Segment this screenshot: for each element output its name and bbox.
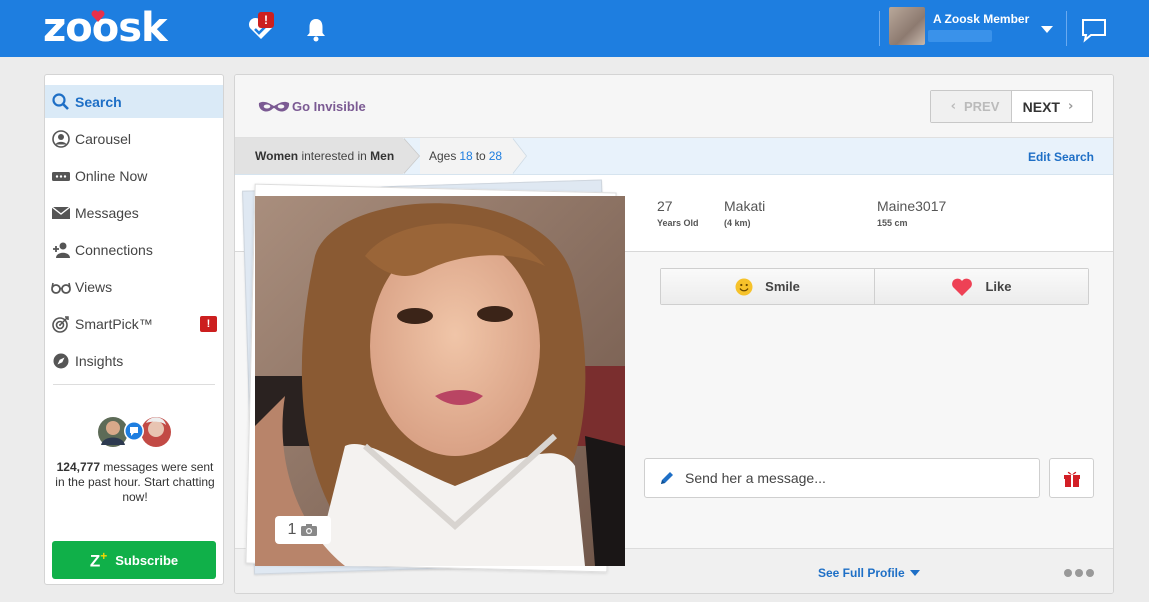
- avatar[interactable]: [889, 7, 925, 45]
- more-options-icon[interactable]: [1064, 569, 1097, 577]
- see-full-profile-label: See Full Profile: [818, 566, 905, 580]
- sidebar-item-label: Insights: [75, 352, 124, 369]
- subscribe-label: Subscribe: [115, 552, 179, 568]
- sidebar-item-insights[interactable]: Insights: [45, 344, 223, 377]
- like-label: Like: [985, 279, 1012, 294]
- breadcrumb-gender[interactable]: Women interested in Men: [235, 138, 403, 174]
- camera-icon: [301, 524, 318, 536]
- smile-label: Smile: [765, 279, 800, 294]
- profile-age: 27: [657, 198, 673, 214]
- breadcrumb-arrow: [403, 138, 419, 174]
- target-icon: [52, 315, 69, 333]
- header-divider: [1066, 11, 1067, 46]
- like-button[interactable]: Like: [874, 269, 1088, 304]
- next-button[interactable]: NEXT ›: [1012, 91, 1092, 122]
- sidebar-item-search[interactable]: Search: [45, 85, 223, 118]
- smile-button[interactable]: Smile: [661, 269, 874, 304]
- sidebar-item-label: Search: [75, 93, 122, 110]
- prev-label: PREV: [963, 99, 1000, 114]
- zoosk-logo[interactable]: zoosk: [43, 5, 168, 51]
- photo-count: 1: [287, 521, 297, 538]
- zoosk-plus-icon: Z+: [90, 549, 107, 572]
- search-icon: [52, 92, 69, 110]
- profile-username: Maine3017: [877, 198, 947, 214]
- sidebar-item-label: Carousel: [75, 130, 132, 147]
- online-now-icon: [52, 171, 70, 181]
- chatting-members-avatars: [98, 417, 171, 447]
- message-placeholder: Send her a message...: [685, 470, 826, 486]
- filter-ages-label: Ages: [429, 149, 457, 163]
- sidebar: Search Carousel Online Now Messages Conn…: [44, 74, 224, 585]
- filter-to: to: [475, 149, 486, 163]
- sidebar-item-label: SmartPick™: [75, 315, 153, 332]
- filter-gender: Women: [255, 149, 299, 163]
- caret-down-icon: [909, 570, 920, 576]
- gift-icon: [1063, 471, 1080, 487]
- filter-seeking: Men: [370, 149, 395, 163]
- profile-distance: (4 km): [724, 218, 751, 228]
- subscribe-button[interactable]: Z+ Subscribe: [52, 541, 216, 579]
- sidebar-item-smartpick[interactable]: SmartPick™ !: [45, 307, 223, 340]
- filter-interested-in: interested in: [298, 149, 371, 163]
- profile-toolbar: Go Invisible ‹ PREV NEXT ›: [235, 75, 1113, 138]
- chevron-down-icon[interactable]: [1041, 26, 1053, 33]
- breadcrumb-arrow: [512, 138, 526, 174]
- photo-count-badge[interactable]: 1: [275, 516, 331, 544]
- sidebar-item-connections[interactable]: Connections: [45, 233, 223, 266]
- sidebar-item-carousel[interactable]: Carousel: [45, 122, 223, 155]
- filter-age-min: 18: [459, 149, 473, 163]
- filter-age-max: 28: [488, 149, 503, 163]
- chevron-right-icon: ›: [1067, 99, 1074, 114]
- bell-icon[interactable]: [301, 14, 331, 44]
- prev-button[interactable]: ‹ PREV: [931, 91, 1012, 122]
- connections-icon: [53, 242, 70, 258]
- see-full-profile-link[interactable]: See Full Profile: [818, 566, 920, 580]
- pencil-icon: [661, 472, 673, 484]
- member-subtitle-blurred: [928, 30, 992, 42]
- carousel-icon: [52, 129, 70, 148]
- breadcrumb-ages[interactable]: Ages 18 to 28: [420, 138, 512, 174]
- notification-badge: !: [258, 12, 274, 28]
- plus-sign: +: [100, 548, 108, 563]
- profile-photo-image: [255, 196, 625, 566]
- gift-button[interactable]: [1049, 458, 1094, 498]
- search-filter-bar: Women interested in Men Ages 18 to 28 Ed…: [235, 138, 1113, 175]
- glasses-icon: [51, 282, 71, 294]
- go-invisible-button[interactable]: Go Invisible: [257, 99, 366, 114]
- member-name[interactable]: A Zoosk Member: [933, 12, 1029, 26]
- header-divider: [879, 11, 880, 46]
- envelope-icon: [51, 205, 71, 219]
- sidebar-item-label: Messages: [75, 204, 139, 221]
- profile-photo[interactable]: [255, 196, 625, 566]
- profile-height: 155 cm: [877, 218, 908, 228]
- next-label: NEXT: [1022, 98, 1060, 115]
- sidebar-item-label: Online Now: [75, 167, 148, 184]
- smartpick-badge: !: [200, 316, 217, 332]
- reaction-buttons: Smile Like: [660, 268, 1089, 305]
- profile-pager: ‹ PREV NEXT ›: [930, 90, 1093, 123]
- smiley-icon: [735, 278, 753, 295]
- message-input[interactable]: Send her a message...: [644, 458, 1040, 498]
- sidebar-divider: [53, 384, 215, 385]
- heart-icon: [952, 278, 973, 296]
- sidebar-item-online-now[interactable]: Online Now: [45, 159, 223, 192]
- top-header: zoosk ! A Zoosk Member: [0, 0, 1149, 57]
- z-letter: Z: [89, 551, 101, 571]
- compass-icon: [53, 353, 69, 368]
- go-invisible-label: Go Invisible: [292, 99, 366, 114]
- chat-bubble-icon[interactable]: [1079, 15, 1109, 45]
- sidebar-item-label: Connections: [75, 241, 153, 258]
- chevron-left-icon: ‹: [950, 99, 956, 114]
- chat-activity-text: 124,777 messages were sent in the past h…: [51, 460, 219, 505]
- profile-age-label: Years Old: [657, 218, 699, 228]
- edit-search-link[interactable]: Edit Search: [1028, 150, 1094, 164]
- mask-icon: [258, 101, 290, 112]
- sidebar-item-views[interactable]: Views: [45, 270, 223, 303]
- sidebar-item-label: Views: [75, 278, 113, 295]
- sidebar-item-messages[interactable]: Messages: [45, 196, 223, 229]
- logo-heart-icon: [91, 10, 105, 22]
- messages-count: 124,777: [56, 460, 100, 474]
- profile-city: Makati: [724, 198, 766, 214]
